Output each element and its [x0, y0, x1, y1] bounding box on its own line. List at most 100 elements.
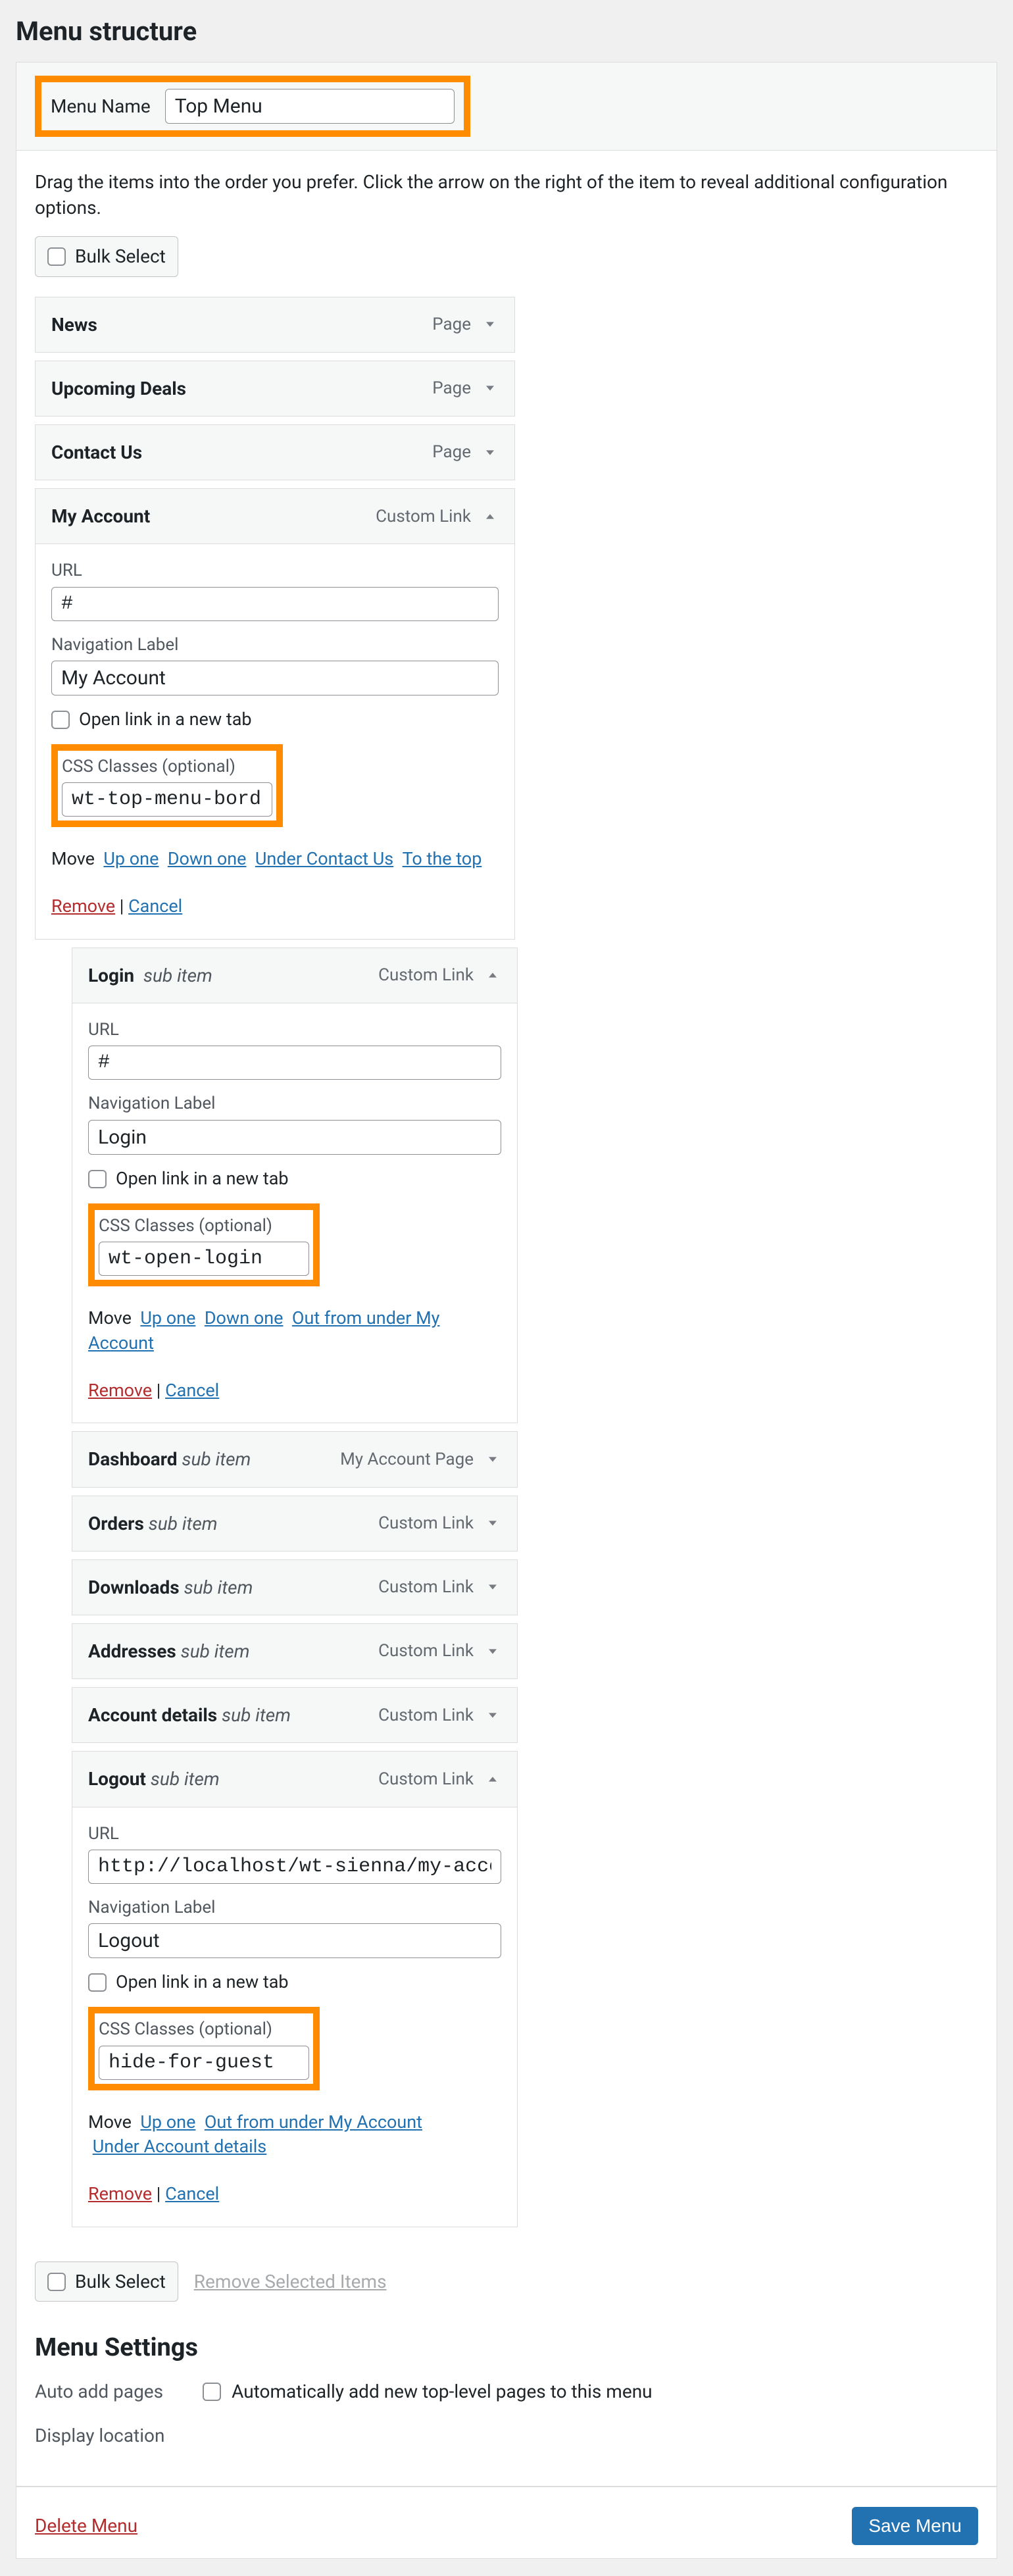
move-out-link[interactable]: Out from under My Account [205, 2111, 422, 2133]
menu-item-type: Page [432, 313, 471, 336]
menu-item-title: News [51, 312, 97, 338]
nav-label: Navigation Label [88, 1092, 501, 1115]
css-classes-label: CSS Classes (optional) [99, 2017, 309, 2041]
auto-add-checkbox[interactable] [203, 2383, 221, 2401]
nav-label: Navigation Label [88, 1896, 501, 1919]
menu-item-title: Login [88, 965, 134, 986]
remove-link[interactable]: Remove [51, 896, 115, 917]
menu-item-title: Upcoming Deals [51, 376, 186, 401]
move-label: Move [88, 1307, 132, 1328]
nav-label-input[interactable] [88, 1923, 501, 1958]
menu-item-type: Custom Link [378, 963, 474, 987]
bulk-select-label: Bulk Select [75, 2269, 166, 2294]
menu-item-type: Custom Link [378, 1767, 474, 1791]
move-up-one-link[interactable]: Up one [140, 2111, 195, 2133]
cancel-link[interactable]: Cancel [165, 2183, 219, 2204]
nav-label-input[interactable] [51, 661, 499, 695]
move-down-one-link[interactable]: Down one [205, 1307, 284, 1328]
bulk-select-top[interactable]: Bulk Select [35, 236, 178, 276]
chevron-down-icon[interactable] [484, 1451, 501, 1468]
menu-item-logout: Logout sub item Custom Link URL Navigati… [72, 1751, 518, 2227]
chevron-down-icon[interactable] [482, 316, 499, 333]
sub-item-tag: sub item [184, 1577, 253, 1598]
menu-item-title: Contact Us [51, 440, 142, 465]
move-down-one-link[interactable]: Down one [168, 848, 247, 869]
move-under-link[interactable]: Under Contact Us [255, 848, 393, 869]
drag-hint: Drag the items into the order you prefer… [35, 169, 978, 220]
menu-item-title: Orders [88, 1513, 144, 1534]
new-tab-checkbox[interactable] [88, 1170, 107, 1188]
menu-settings-heading: Menu Settings [35, 2331, 978, 2365]
menu-item-downloads[interactable]: Downloads sub item Custom Link [72, 1559, 518, 1615]
move-under-link[interactable]: Under Account details [93, 2136, 267, 2157]
sub-item-tag: sub item [151, 1768, 220, 1790]
chevron-up-icon[interactable] [484, 967, 501, 984]
bulk-select-checkbox-icon [47, 2273, 66, 2291]
new-tab-label: Open link in a new tab [79, 707, 252, 732]
menu-item-dashboard[interactable]: Dashboard sub item My Account Page [72, 1431, 518, 1487]
menu-item-type: Page [432, 440, 471, 464]
auto-add-text: Automatically add new top-level pages to… [232, 2379, 653, 2404]
chevron-down-icon[interactable] [484, 1643, 501, 1660]
menu-item-addresses[interactable]: Addresses sub item Custom Link [72, 1623, 518, 1679]
css-classes-input[interactable] [62, 782, 272, 817]
bulk-select-bottom[interactable]: Bulk Select [35, 2261, 178, 2302]
chevron-up-icon[interactable] [482, 508, 499, 525]
move-label: Move [51, 848, 95, 869]
menu-item-title: Downloads [88, 1577, 180, 1598]
bulk-select-label: Bulk Select [75, 243, 166, 269]
chevron-down-icon[interactable] [482, 380, 499, 397]
save-menu-button[interactable]: Save Menu [852, 2507, 978, 2545]
menu-item-upcoming-deals[interactable]: Upcoming Deals Page [35, 361, 515, 417]
menu-item-contact-us[interactable]: Contact Us Page [35, 424, 515, 480]
remove-selected-items-link[interactable]: Remove Selected Items [194, 2269, 387, 2294]
menu-item-orders[interactable]: Orders sub item Custom Link [72, 1496, 518, 1552]
move-up-one-link[interactable]: Up one [140, 1307, 195, 1328]
menu-item-title: Logout [88, 1768, 146, 1790]
menu-item-news[interactable]: News Page [35, 297, 515, 353]
nav-label-input[interactable] [88, 1120, 501, 1155]
menu-item-header[interactable]: Login sub item Custom Link [72, 947, 518, 1003]
url-input[interactable] [88, 1046, 501, 1080]
cancel-link[interactable]: Cancel [165, 1380, 219, 1401]
css-classes-label: CSS Classes (optional) [62, 755, 272, 778]
chevron-down-icon[interactable] [484, 1707, 501, 1724]
menu-item-login: Login sub item Custom Link URL Navigatio… [72, 947, 518, 1424]
chevron-down-icon[interactable] [484, 1515, 501, 1532]
menu-name-input[interactable] [165, 89, 455, 124]
sub-item-tag: sub item [149, 1513, 218, 1534]
menu-item-header[interactable]: My Account Custom Link [35, 488, 515, 544]
css-classes-input[interactable] [99, 2046, 309, 2080]
remove-link[interactable]: Remove [88, 1380, 152, 1401]
delete-menu-link[interactable]: Delete Menu [35, 2513, 137, 2538]
remove-link[interactable]: Remove [88, 2183, 152, 2204]
menu-item-type: Page [432, 376, 471, 400]
css-classes-label: CSS Classes (optional) [99, 1214, 309, 1238]
menu-item-type: Custom Link [378, 1639, 474, 1663]
cancel-link[interactable]: Cancel [128, 896, 182, 917]
move-up-one-link[interactable]: Up one [103, 848, 159, 869]
chevron-down-icon[interactable] [484, 1578, 501, 1596]
menu-structure-heading: Menu structure [16, 13, 997, 50]
new-tab-label: Open link in a new tab [116, 1167, 289, 1192]
sub-item-tag: sub item [222, 1704, 291, 1726]
menu-item-title: Account details [88, 1704, 217, 1726]
chevron-up-icon[interactable] [484, 1771, 501, 1788]
nav-label: Navigation Label [51, 633, 499, 657]
url-input[interactable] [88, 1850, 501, 1884]
new-tab-checkbox[interactable] [51, 711, 70, 729]
menu-item-my-account: My Account Custom Link URL Navigation La… [35, 488, 515, 940]
new-tab-checkbox[interactable] [88, 1973, 107, 1992]
sub-item-tag: sub item [143, 965, 212, 986]
move-top-link[interactable]: To the top [403, 848, 482, 869]
url-input[interactable] [51, 587, 499, 621]
new-tab-label: Open link in a new tab [116, 1970, 289, 1995]
css-classes-input[interactable] [99, 1242, 309, 1276]
menu-item-type: Custom Link [378, 1575, 474, 1599]
menu-item-type: Custom Link [376, 505, 471, 528]
menu-item-header[interactable]: Logout sub item Custom Link [72, 1751, 518, 1807]
move-label: Move [88, 2111, 132, 2133]
menu-item-account-details[interactable]: Account details sub item Custom Link [72, 1687, 518, 1743]
chevron-down-icon[interactable] [482, 444, 499, 461]
menu-name-label: Menu Name [51, 93, 151, 119]
